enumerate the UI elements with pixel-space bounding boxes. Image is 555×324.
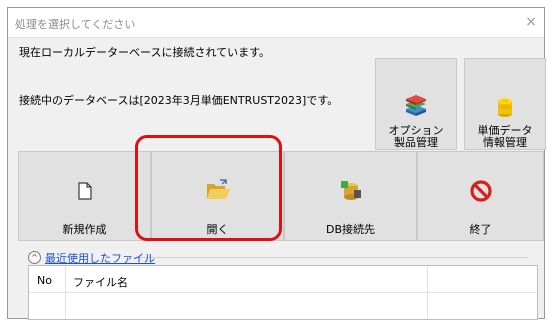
new-button-label: 新規作成 [62, 223, 107, 236]
window-title: 処理を選択してください [15, 18, 136, 31]
option-button-label-2: 製品管理 [394, 136, 438, 149]
header-row-divider [29, 292, 537, 293]
database-connect-icon [340, 181, 361, 200]
close-icon[interactable]: × [525, 14, 537, 30]
open-folder-icon [206, 179, 230, 199]
open-button-label: 開く [206, 223, 229, 236]
books-icon [406, 95, 426, 116]
prohibited-icon [469, 180, 492, 202]
open-button[interactable]: 開く [151, 151, 284, 241]
exit-button[interactable]: 終了 [417, 151, 544, 241]
section-divider [133, 257, 528, 258]
column-header-no[interactable]: No [37, 274, 52, 287]
title-bar: 処理を選択してください × [8, 8, 544, 38]
unit-price-data-management-button[interactable]: 単価データ 情報管理 [464, 58, 546, 150]
option-product-management-button[interactable]: オプション 製品管理 [375, 58, 457, 150]
recent-files-link[interactable]: 最近使用したファイル [45, 250, 155, 266]
unit-price-button-label-2: 情報管理 [483, 136, 527, 149]
db-connection-button-label: DB接続先 [325, 223, 376, 236]
connection-status-text: 現在ローカルデーターベースに接続されています。 [19, 46, 271, 59]
new-document-icon [77, 182, 92, 200]
exit-button-label: 終了 [469, 223, 492, 236]
recent-files-table[interactable]: No ファイル名 [28, 265, 538, 320]
coins-icon [498, 98, 512, 117]
collapse-toggle-icon[interactable]: ^ [28, 251, 41, 264]
db-connection-button[interactable]: DB接続先 [284, 151, 417, 241]
database-info-text: 接続中のデータベースは[2023年3月単価ENTRUST2023]です。 [19, 94, 339, 107]
new-button[interactable]: 新規作成 [18, 151, 151, 241]
dialog-window: 処理を選択してください × 現在ローカルデーターベースに接続されています。 接続… [7, 7, 546, 320]
column-header-filename[interactable]: ファイル名 [73, 274, 128, 290]
